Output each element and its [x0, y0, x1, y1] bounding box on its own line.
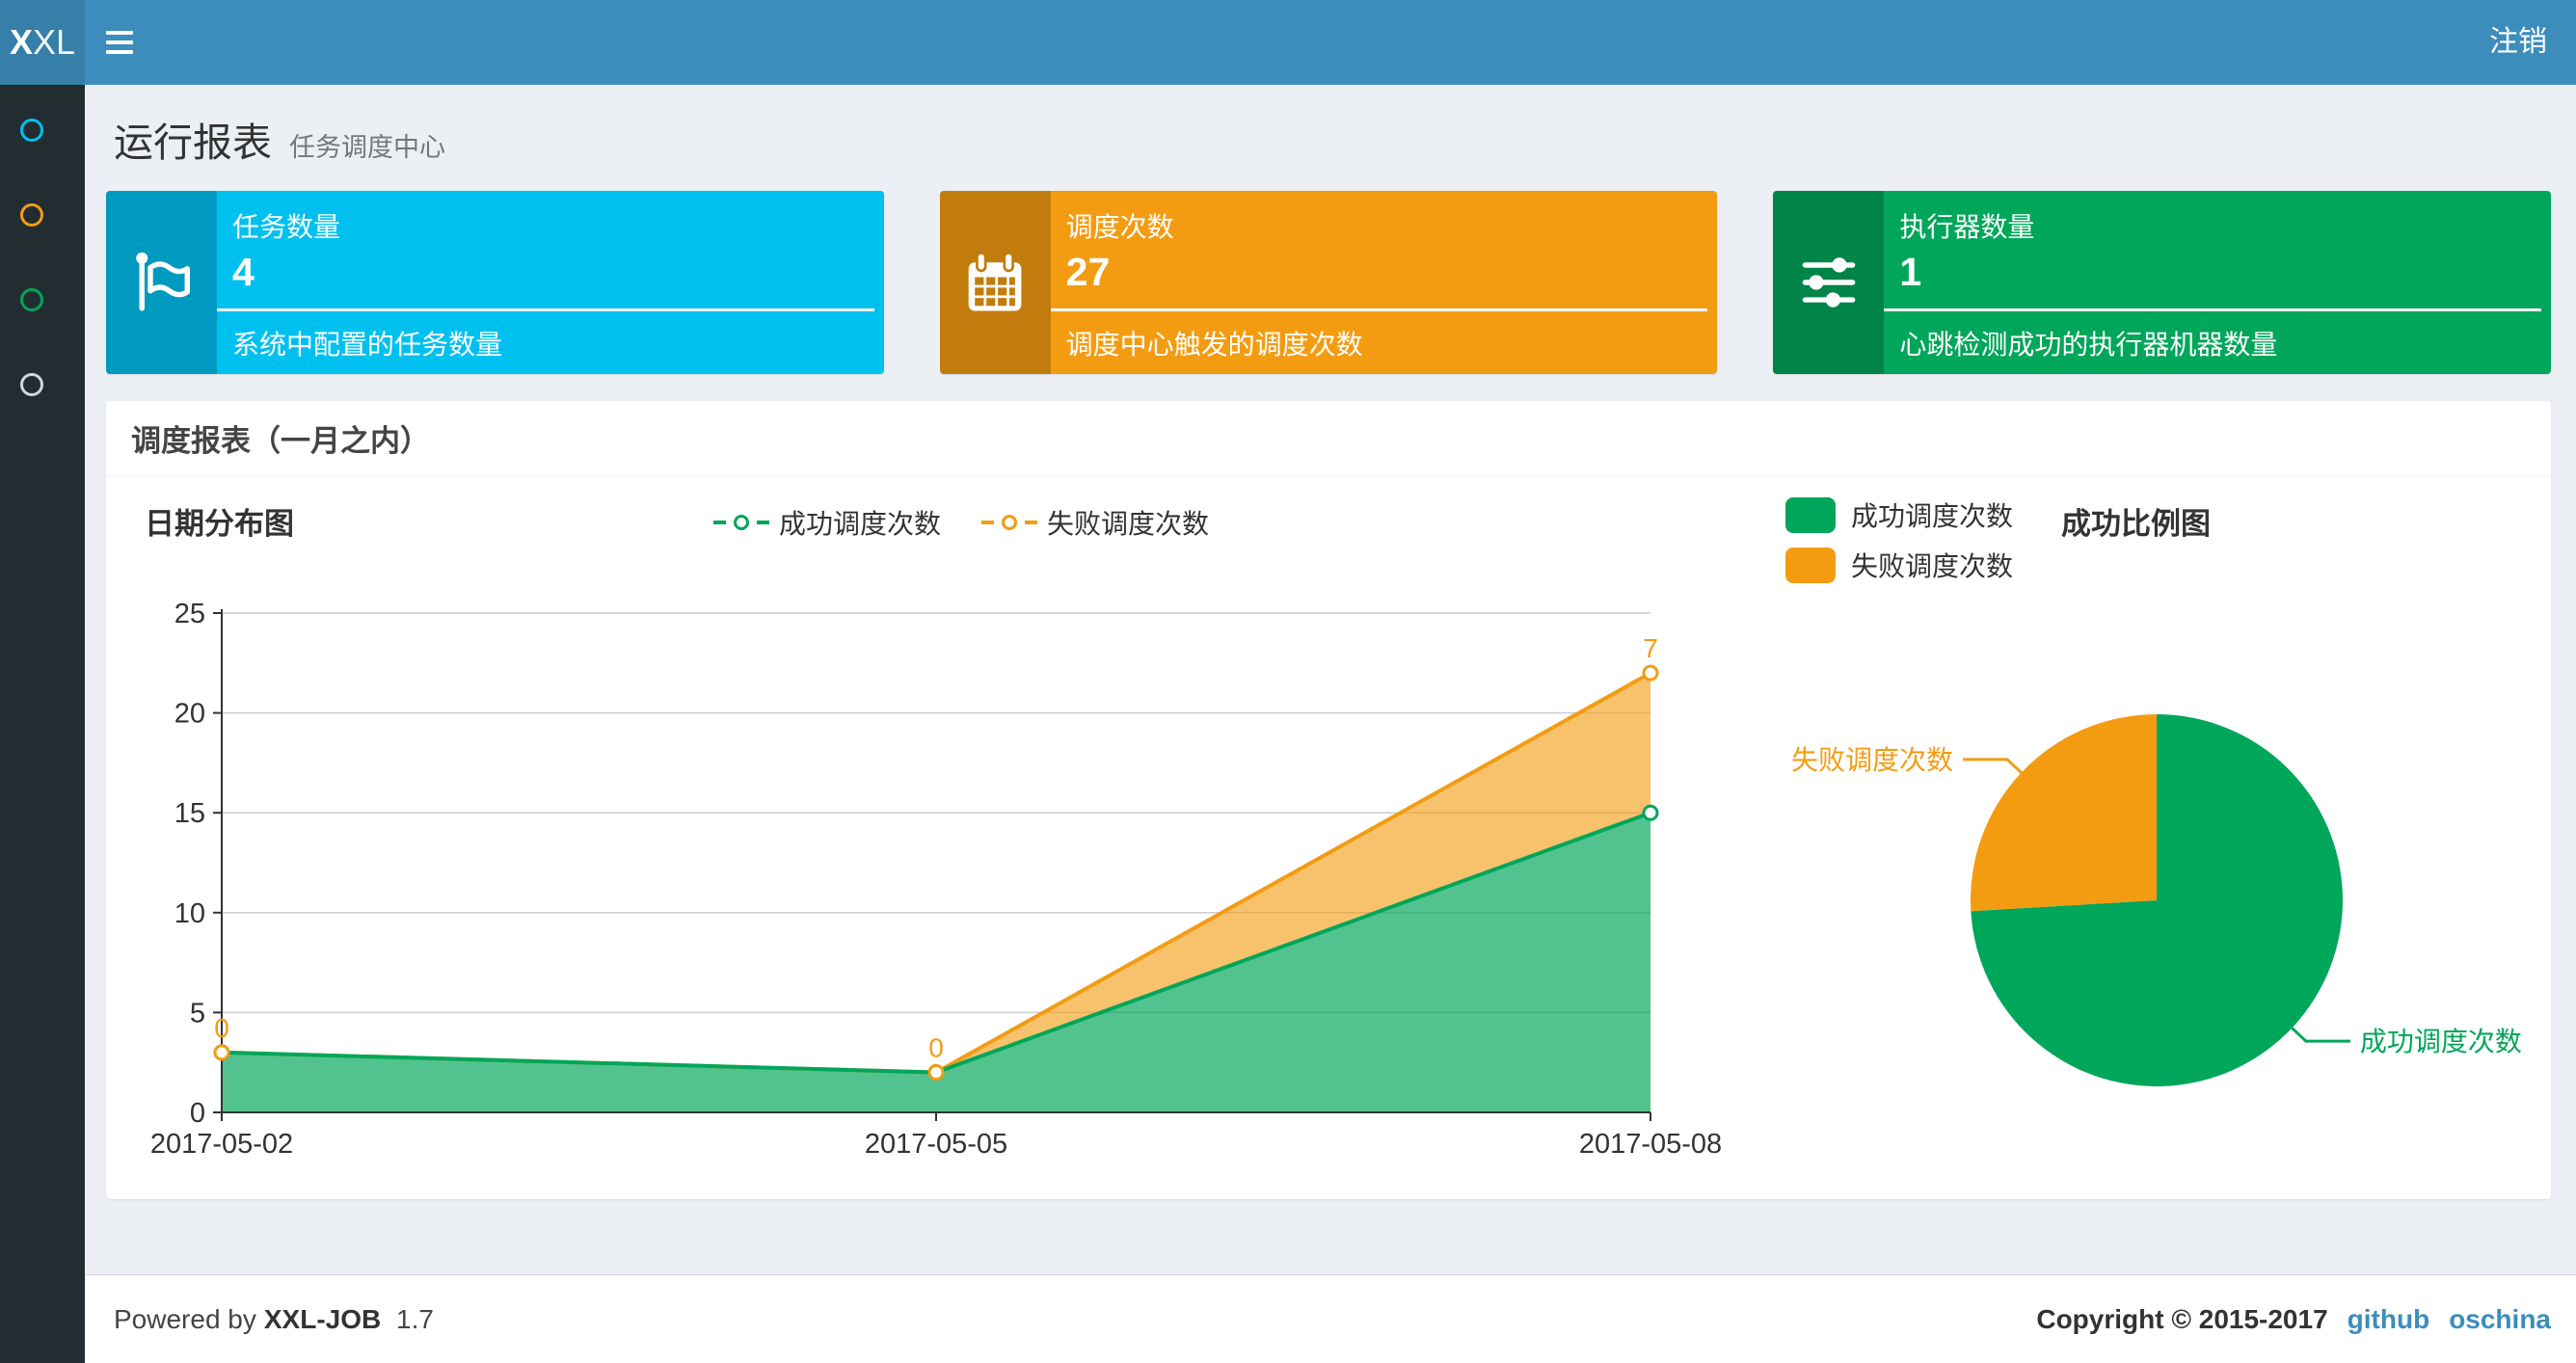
info-box-value: 27 — [1065, 250, 1111, 294]
info-box-value: 4 — [232, 250, 255, 294]
info-box-label: 调度次数 — [1065, 212, 1174, 242]
page-title: 运行报表 — [114, 120, 272, 165]
info-box-executors: 执行器数量 1 心跳检测成功的执行器机器数量 — [1773, 191, 2552, 374]
logo-bold: X — [9, 22, 33, 62]
legend-swatch — [1785, 496, 1836, 533]
logout-link[interactable]: 注销 — [2460, 0, 2576, 85]
svg-text:2017-05-05: 2017-05-05 — [865, 1129, 1007, 1160]
svg-text:2017-05-08: 2017-05-08 — [1579, 1129, 1722, 1160]
line-legend-marker — [713, 521, 726, 524]
info-box-label: 执行器数量 — [1899, 212, 2035, 242]
success-ratio-pie-chart: 成功调度次数 失败调度次数 — [1791, 714, 2522, 1086]
info-box-description: 调度中心触发的调度次数 — [1065, 330, 1363, 360]
page-subtitle: 任务调度中心 — [289, 133, 445, 162]
svg-text:5: 5 — [190, 998, 205, 1029]
info-box-triggers: 调度次数 27 调度中心触发的调度次数 — [939, 191, 1718, 374]
legend-item[interactable]: 失败调度次数 — [1785, 546, 2013, 584]
line-legend-marker — [981, 521, 995, 524]
legend-label: 失败调度次数 — [1047, 509, 1210, 539]
svg-text:2017-05-02: 2017-05-02 — [150, 1129, 293, 1160]
line-legend-marker — [734, 515, 749, 530]
date-distribution-chart: 05101520252017-05-02 2017-05-05 2017-05-08… — [150, 599, 1722, 1160]
pie-chart-legend: 成功调度次数 失败调度次数 — [1785, 495, 2013, 584]
panel-body: 日期分布图 成功调度次数 失败调度次数 0 5 10 15 20 25 2017-05-02 2… — [106, 476, 2551, 1198]
legend-label: 失败调度次数 — [1851, 551, 2014, 581]
panel-header: 调度报表（一月之内） — [106, 401, 2551, 476]
logo-light: XL — [32, 22, 76, 62]
svg-text:7: 7 — [1643, 633, 1658, 663]
info-box-jobs: 任务数量 4 系统中配置的任务数量 — [106, 191, 884, 374]
legend-label: 成功调度次数 — [1851, 501, 2014, 531]
sidebar-item-1[interactable] — [20, 119, 49, 147]
svg-text:0: 0 — [190, 1098, 205, 1129]
top-navbar: X XL 注销 — [0, 0, 2576, 85]
page-header: 运行报表 任务调度中心 — [85, 85, 2576, 191]
report-panel: 调度报表（一月之内） 日期分布图 成功调度次数 失败调度次数 0 5 10 15 20 25… — [106, 401, 2551, 1199]
hamburger-icon — [106, 31, 133, 35]
line-chart-legend: 成功调度次数 失败调度次数 — [713, 503, 1209, 542]
info-box-label: 任务数量 — [232, 212, 341, 242]
info-box-description: 系统中配置的任务数量 — [232, 330, 503, 360]
github-link[interactable]: github — [2348, 1304, 2430, 1334]
circle-icon — [20, 203, 43, 227]
divider — [217, 308, 874, 311]
line-legend-marker — [1002, 515, 1018, 530]
svg-text:成功调度次数: 成功调度次数 — [2360, 1027, 2522, 1056]
flag-icon — [106, 191, 217, 374]
oschina-link[interactable]: oschina — [2449, 1304, 2551, 1334]
sliders-icon — [1773, 191, 1885, 374]
legend-item[interactable]: 成功调度次数 — [1785, 495, 2013, 534]
svg-text:25: 25 — [174, 599, 205, 629]
legend-item[interactable]: 成功调度次数 — [713, 503, 941, 542]
sidebar-toggle-button[interactable] — [85, 0, 154, 85]
product-version: 1.7 — [396, 1303, 434, 1334]
pie-chart-title: 成功比例图 — [2061, 507, 2211, 541]
svg-text:15: 15 — [174, 798, 205, 829]
line-legend-marker — [757, 521, 769, 524]
info-box-row: 任务数量 4 系统中配置的任务数量 调度次数 27 调度中心触发的调度次数 执行… — [106, 191, 2552, 374]
legend-swatch — [1785, 547, 1836, 583]
legend-item[interactable]: 失败调度次数 — [981, 503, 1209, 542]
copyright: Copyright © 2015-2017 github oschina — [2036, 1303, 2551, 1334]
svg-text:20: 20 — [174, 699, 205, 730]
sidebar-item-4[interactable] — [20, 373, 49, 402]
circle-icon — [20, 288, 43, 311]
legend-label: 成功调度次数 — [779, 509, 942, 539]
panel-title: 调度报表（一月之内） — [131, 424, 430, 458]
calendar-icon — [939, 191, 1051, 374]
svg-text:0: 0 — [214, 1013, 229, 1043]
sidebar-item-3[interactable] — [20, 288, 49, 317]
product-name: XXL-JOB — [263, 1303, 382, 1334]
circle-icon — [20, 373, 43, 396]
divider — [1050, 308, 1708, 311]
svg-text:0: 0 — [928, 1033, 944, 1063]
page-footer: Powered by XXL-JOB 1.7 Copyright © 2015-2… — [85, 1274, 2576, 1363]
svg-text:失败调度次数: 失败调度次数 — [1791, 745, 1953, 775]
app-logo[interactable]: X XL — [0, 0, 85, 85]
content-area: 运行报表 任务调度中心 任务数量 4 系统中配置的任务数量 调度次数 27 调度… — [85, 85, 2576, 1274]
divider — [1884, 308, 2542, 311]
info-box-description: 心跳检测成功的执行器机器数量 — [1899, 330, 2278, 360]
line-chart-title: 日期分布图 — [145, 507, 294, 541]
svg-text:10: 10 — [174, 898, 205, 929]
line-legend-marker — [1025, 521, 1038, 524]
sidebar-menu — [0, 85, 85, 1363]
sidebar-item-2[interactable] — [20, 203, 49, 232]
circle-icon — [20, 119, 43, 142]
powered-by: Powered by XXL-JOB 1.7 — [114, 1303, 434, 1334]
info-box-value: 1 — [1899, 250, 1922, 294]
